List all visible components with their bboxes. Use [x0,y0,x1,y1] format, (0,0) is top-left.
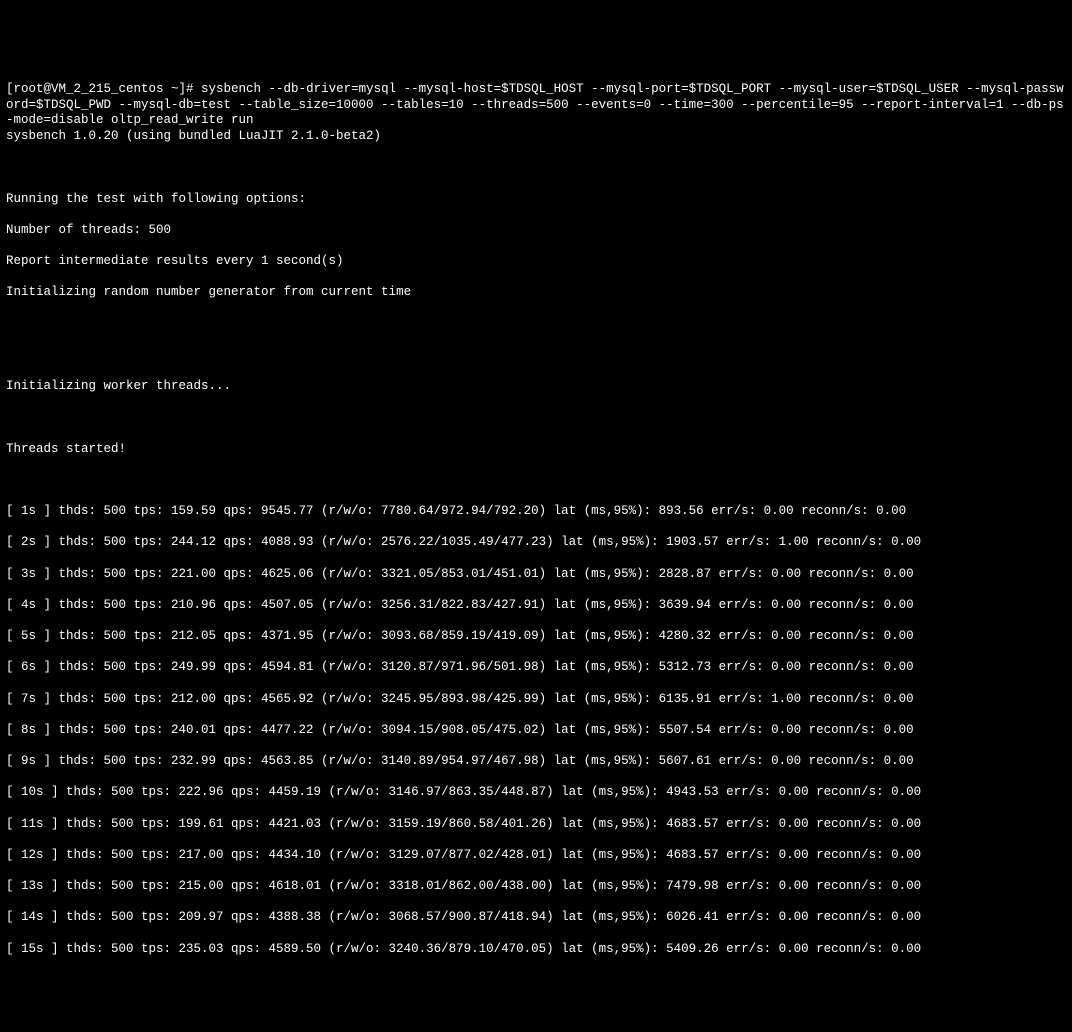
header-line: Running the test with following options: [6,192,1066,208]
header-line: Report intermediate results every 1 seco… [6,254,1066,270]
shell-prompt: [root@VM_2_215_centos ~]# [6,82,201,96]
header-line: Initializing random number generator fro… [6,285,1066,301]
stats-row: [ 6s ] thds: 500 tps: 249.99 qps: 4594.8… [6,660,1066,676]
stats-row: [ 10s ] thds: 500 tps: 222.96 qps: 4459.… [6,785,1066,801]
stats-row: [ 5s ] thds: 500 tps: 212.05 qps: 4371.9… [6,629,1066,645]
version-line: sysbench 1.0.20 (using bundled LuaJIT 2.… [6,129,1066,145]
blank-line [6,410,1066,426]
blank-line [6,473,1066,489]
terminal-output: [root@VM_2_215_centos ~]# sysbench --db-… [6,67,1066,973]
stats-row: [ 2s ] thds: 500 tps: 244.12 qps: 4088.9… [6,535,1066,551]
stats-row: [ 7s ] thds: 500 tps: 212.00 qps: 4565.9… [6,692,1066,708]
stats-row: [ 13s ] thds: 500 tps: 215.00 qps: 4618.… [6,879,1066,895]
stats-row: [ 9s ] thds: 500 tps: 232.99 qps: 4563.8… [6,754,1066,770]
stats-row: [ 14s ] thds: 500 tps: 209.97 qps: 4388.… [6,910,1066,926]
stats-row: [ 15s ] thds: 500 tps: 235.03 qps: 4589.… [6,942,1066,958]
stats-row: [ 12s ] thds: 500 tps: 217.00 qps: 4434.… [6,848,1066,864]
stats-row: [ 1s ] thds: 500 tps: 159.59 qps: 9545.7… [6,504,1066,520]
blank-line [6,348,1066,364]
init-workers-line: Initializing worker threads... [6,379,1066,395]
stats-row: [ 8s ] thds: 500 tps: 240.01 qps: 4477.2… [6,723,1066,739]
threads-started-line: Threads started! [6,442,1066,458]
stats-row: [ 3s ] thds: 500 tps: 221.00 qps: 4625.0… [6,567,1066,583]
stats-row: [ 11s ] thds: 500 tps: 199.61 qps: 4421.… [6,817,1066,833]
header-line: Number of threads: 500 [6,223,1066,239]
blank-line [6,317,1066,333]
blank-line [6,160,1066,176]
stats-row: [ 4s ] thds: 500 tps: 210.96 qps: 4507.0… [6,598,1066,614]
